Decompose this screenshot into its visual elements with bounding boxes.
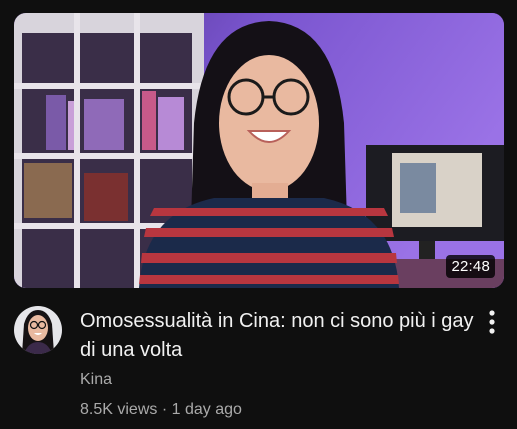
video-title[interactable]: Omosessualità in Cina: non ci sono più i… [80,307,480,365]
meta-separator: · [161,401,168,418]
duration-badge: 22:48 [446,255,495,278]
video-card: 22:48 Omosessualità in Cina: non ci sono… [0,0,517,429]
video-metadata: 8.5K views · 1 day ago [80,401,242,419]
thumbnail-image [14,13,504,288]
channel-name[interactable]: Kina [80,371,112,389]
upload-age: 1 day ago [171,401,242,418]
video-thumbnail[interactable]: 22:48 [14,13,504,288]
view-count: 8.5K views [80,401,158,418]
more-vert-icon[interactable] [480,308,504,336]
avatar-image [14,306,62,354]
kebab-menu-dots [489,310,495,334]
channel-avatar[interactable] [14,306,62,354]
